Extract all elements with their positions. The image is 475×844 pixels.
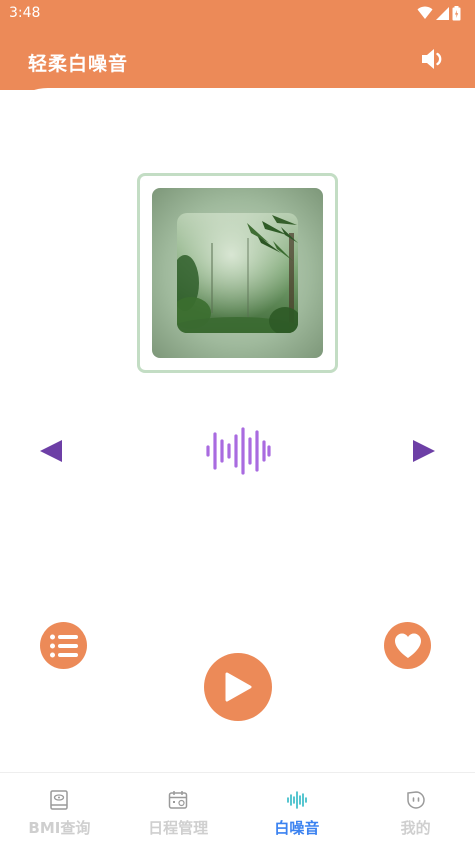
prev-triangle-icon	[40, 440, 62, 462]
nav-label: 日程管理	[148, 819, 209, 837]
nav-item-white-noise[interactable]: 白噪音	[238, 773, 357, 844]
next-triangle-icon	[413, 440, 435, 462]
signal-icon	[436, 6, 449, 20]
sound-wave-icon	[206, 427, 271, 475]
album-cover-backdrop	[152, 188, 323, 358]
nav-label: BMI查询	[28, 819, 91, 837]
bmi-book-icon	[50, 790, 69, 810]
volume-button[interactable]	[419, 45, 447, 73]
sound-wave-visual	[205, 426, 271, 476]
prev-track-button[interactable]	[38, 438, 64, 464]
nav-item-mine[interactable]: 我的	[356, 773, 475, 844]
nav-label: 我的	[400, 819, 431, 837]
status-icons	[417, 5, 461, 21]
sound-wave-icon	[287, 791, 307, 809]
page-title: 轻柔白噪音	[28, 53, 129, 75]
list-icon	[49, 634, 78, 657]
wifi-icon	[417, 6, 433, 19]
calendar-icon	[168, 791, 188, 809]
next-track-button[interactable]	[411, 438, 437, 464]
play-icon	[225, 672, 252, 702]
nav-item-bmi[interactable]: BMI查询	[0, 773, 119, 844]
album-cover-image	[177, 213, 298, 333]
bottom-nav: BMI查询 日程管理 白噪音 我的	[0, 772, 475, 844]
status-bar: 3:48	[0, 0, 475, 26]
heart-icon	[394, 633, 421, 658]
nav-label: 白噪音	[274, 819, 320, 837]
battery-icon	[452, 5, 461, 20]
album-cover-frame	[137, 173, 338, 373]
status-time: 3:48	[9, 5, 41, 21]
face-icon	[406, 791, 425, 809]
play-button[interactable]	[204, 653, 272, 721]
nav-item-schedule[interactable]: 日程管理	[119, 773, 238, 844]
app-header: 轻柔白噪音	[0, 26, 475, 90]
playlist-button[interactable]	[40, 622, 87, 669]
volume-icon	[422, 49, 442, 69]
favorite-button[interactable]	[384, 622, 431, 669]
